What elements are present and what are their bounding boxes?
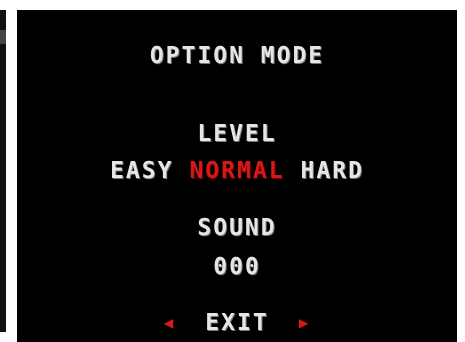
difficulty-option-easy[interactable]: EASY: [110, 158, 173, 184]
triangle-right-icon[interactable]: ▶: [299, 313, 311, 332]
exit-label[interactable]: EXIT: [205, 310, 268, 336]
difficulty-selector[interactable]: EASY NORMAL HARD: [17, 160, 457, 183]
sound-value[interactable]: 000: [17, 256, 457, 279]
adjacent-window-edge: [0, 10, 6, 332]
level-label: LEVEL: [197, 121, 277, 147]
option-mode-title: OPTION MODE: [149, 43, 325, 69]
sound-label: SOUND: [197, 215, 277, 241]
game-frame: OPTION MODE LEVEL EASY NORMAL HARD SOUND 0…: [0, 0, 465, 342]
game-screen: OPTION MODE LEVEL EASY NORMAL HARD SOUND 0…: [17, 10, 457, 342]
difficulty-option-normal-selected[interactable]: NORMAL: [189, 158, 284, 184]
exit-option[interactable]: ◀ EXIT ▶: [17, 312, 457, 335]
triangle-left-icon[interactable]: ◀: [164, 313, 176, 332]
difficulty-option-hard[interactable]: HARD: [301, 158, 364, 184]
adjacent-window-mark: [0, 30, 6, 44]
